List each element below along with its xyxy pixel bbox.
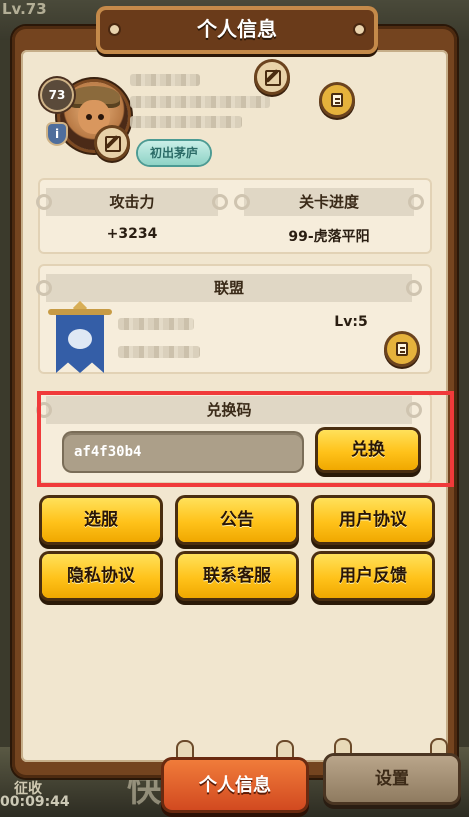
user-agreement-button[interactable]: 用户协议 bbox=[314, 498, 432, 542]
edit-avatar-icon[interactable] bbox=[97, 128, 127, 158]
player-title-tag[interactable]: 初出茅庐 bbox=[138, 141, 210, 165]
alliance-name-obscured bbox=[118, 318, 194, 330]
dialog-title: 个人信息 bbox=[197, 17, 277, 41]
player-level-badge: 73 bbox=[42, 80, 72, 110]
avatar-eye bbox=[86, 114, 92, 120]
stats-section: 攻击力 关卡进度 +3234 99-虎落平阳 bbox=[36, 178, 432, 254]
redeem-highlight-frame bbox=[37, 391, 454, 487]
attack-label: 攻击力 bbox=[36, 188, 228, 216]
attack-value: +3234 bbox=[106, 226, 158, 242]
announcement-button[interactable]: 公告 bbox=[178, 498, 296, 542]
player-name-obscured bbox=[130, 74, 200, 86]
edit-name-icon[interactable] bbox=[257, 62, 287, 92]
player-level-background: Lv.73 bbox=[2, 0, 47, 18]
avatar-eye bbox=[98, 114, 104, 120]
stage-progress-value: 99-虎落平阳 bbox=[288, 229, 370, 245]
alliance-level: Lv:5 bbox=[334, 314, 368, 330]
info-icon[interactable]: i bbox=[48, 124, 66, 144]
privacy-policy-button[interactable]: 隐私协议 bbox=[42, 554, 160, 598]
alliance-banner-icon bbox=[48, 300, 112, 377]
player-id-obscured bbox=[130, 96, 270, 108]
server-info-obscured bbox=[130, 116, 242, 128]
tab-settings[interactable]: 设置 bbox=[326, 756, 458, 802]
notes-icon[interactable] bbox=[322, 85, 352, 115]
user-feedback-button[interactable]: 用户反馈 bbox=[314, 554, 432, 598]
collect-timer: 00:09:44 bbox=[0, 794, 70, 810]
tab-profile[interactable]: 个人信息 bbox=[164, 760, 306, 810]
alliance-leader-obscured bbox=[118, 346, 200, 358]
alliance-header: 联盟 bbox=[36, 274, 422, 302]
contact-support-button[interactable]: 联系客服 bbox=[178, 554, 296, 598]
alliance-notes-icon[interactable] bbox=[387, 334, 417, 364]
stage-progress-label: 关卡进度 bbox=[234, 188, 424, 216]
dialog-title-plaque: 个人信息 bbox=[96, 6, 378, 54]
select-server-button[interactable]: 选服 bbox=[42, 498, 160, 542]
